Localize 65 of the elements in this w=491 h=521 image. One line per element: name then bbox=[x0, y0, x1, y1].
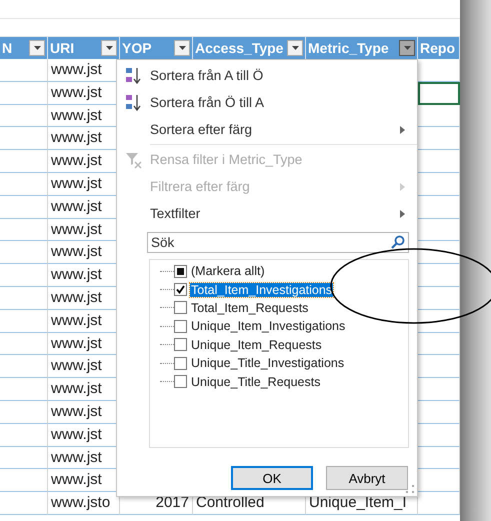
value-item[interactable]: Unique_Title_Requests bbox=[190, 374, 322, 389]
menu-item[interactable]: Sortera från Ö till A bbox=[117, 89, 417, 116]
submenu-arrow-icon bbox=[400, 126, 405, 134]
checkbox[interactable] bbox=[174, 264, 187, 278]
table-cell bbox=[0, 310, 48, 333]
sort-icon bbox=[124, 92, 144, 112]
filter-dropdown-button[interactable] bbox=[399, 40, 415, 56]
checkbox[interactable] bbox=[174, 301, 187, 314]
search-field[interactable]: Sök bbox=[147, 232, 409, 253]
table-cell bbox=[0, 127, 48, 150]
column-header-label: Repo bbox=[420, 40, 455, 56]
value-item[interactable]: Total_Item_Investigations bbox=[190, 282, 334, 297]
caret-icon bbox=[106, 46, 112, 50]
sort-icon bbox=[124, 66, 144, 86]
resize-grip-icon bbox=[406, 485, 414, 493]
value-item[interactable]: (Markera allt) bbox=[190, 264, 266, 278]
table-cell bbox=[0, 286, 48, 310]
table-cell bbox=[0, 82, 48, 105]
caret-icon bbox=[404, 46, 410, 50]
checkbox[interactable] bbox=[174, 356, 187, 370]
table-cell bbox=[0, 196, 48, 219]
checkbox[interactable] bbox=[174, 283, 187, 296]
table-cell bbox=[0, 241, 48, 264]
table-cell bbox=[0, 218, 48, 242]
table-cell bbox=[0, 378, 48, 401]
column-header-label: Access_Type bbox=[195, 40, 284, 56]
column-header-label: YOP bbox=[122, 40, 152, 56]
checkbox[interactable] bbox=[174, 375, 187, 388]
table-cell bbox=[0, 492, 48, 515]
menu-item[interactable]: Textfilter bbox=[117, 200, 417, 227]
caret-icon bbox=[292, 46, 298, 50]
caret-icon bbox=[178, 46, 186, 50]
filter-dropdown-button[interactable] bbox=[29, 40, 45, 56]
table-cell bbox=[0, 355, 48, 378]
search-icon bbox=[391, 235, 405, 249]
value-item[interactable]: Unique_Item_Investigations bbox=[190, 319, 346, 334]
table-cell bbox=[0, 264, 48, 287]
table-cell bbox=[0, 172, 48, 196]
menu-item[interactable]: Sortera efter färg bbox=[117, 116, 417, 143]
dialog-button[interactable]: OK bbox=[231, 466, 313, 490]
clear-filter-icon bbox=[124, 150, 142, 168]
checkbox[interactable] bbox=[174, 320, 187, 333]
table-cell bbox=[0, 104, 48, 128]
submenu-arrow-icon bbox=[400, 182, 405, 190]
value-item[interactable]: Unique_Item_Requests bbox=[190, 338, 323, 352]
value-item[interactable]: Total_Item_Requests bbox=[190, 300, 310, 315]
submenu-arrow-icon bbox=[400, 210, 405, 218]
caret-icon bbox=[34, 46, 40, 50]
dialog-button[interactable]: Avbryt bbox=[326, 466, 408, 490]
filter-dropdown-button[interactable] bbox=[101, 40, 117, 56]
column-header-label: N bbox=[2, 40, 12, 56]
column-header-label: Metric_Type bbox=[308, 40, 389, 56]
value-item[interactable]: Unique_Title_Investigations bbox=[190, 356, 346, 370]
table-cell bbox=[0, 400, 48, 424]
table-cell bbox=[0, 150, 48, 173]
filter-dropdown-button[interactable] bbox=[287, 40, 303, 56]
checkbox[interactable] bbox=[174, 338, 187, 352]
table-cell bbox=[0, 469, 48, 492]
column-header-label: URI bbox=[50, 40, 74, 56]
table-cell bbox=[0, 332, 48, 356]
filter-dropdown-button[interactable] bbox=[174, 40, 190, 56]
table-cell bbox=[0, 59, 48, 82]
table-cell bbox=[0, 446, 48, 470]
menu-item[interactable]: Sortera från A till Ö bbox=[117, 62, 417, 89]
table-cell bbox=[0, 424, 48, 447]
